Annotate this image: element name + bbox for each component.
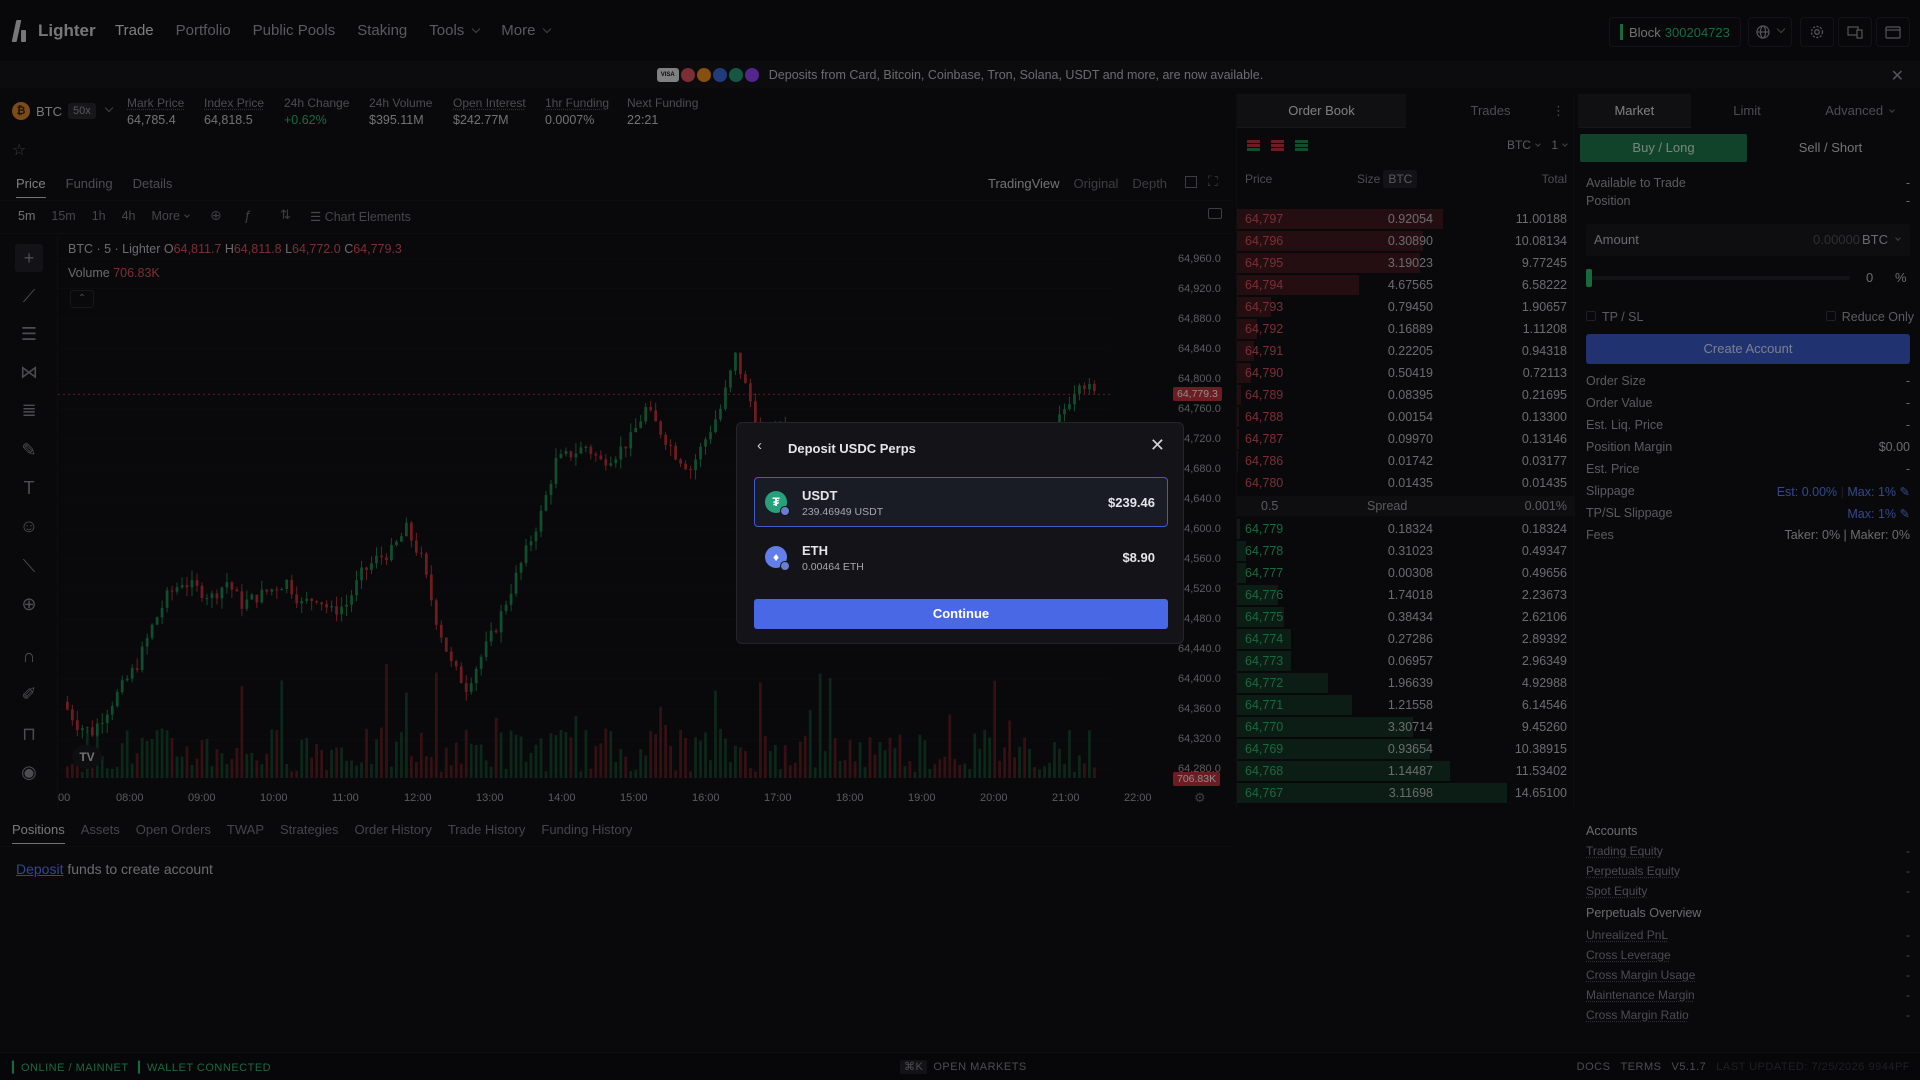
tether-icon: ₮ [765,491,790,516]
network-badge-icon [780,506,790,516]
asset-name: USDT [802,488,838,503]
network-badge-icon [780,561,790,571]
modal-title: Deposit USDC Perps [788,441,916,456]
back-icon[interactable]: ‹ [757,437,762,454]
asset-option-usdt[interactable]: ₮ USDT 239.46949 USDT $239.46 [754,477,1168,527]
continue-button[interactable]: Continue [754,599,1168,629]
asset-value: $239.46 [1108,495,1155,510]
asset-name: ETH [802,543,828,558]
asset-balance: 239.46949 USDT [802,506,884,518]
deposit-modal: ‹ Deposit USDC Perps ✕ ₮ USDT 239.46949 … [736,422,1184,644]
asset-balance: 0.00464 ETH [802,561,864,573]
app: Lighter Trade Portfolio Public Pools Sta… [0,0,1920,1080]
ethereum-icon: ♦ [765,546,790,571]
asset-option-eth[interactable]: ♦ ETH 0.00464 ETH $8.90 [754,532,1168,582]
asset-value: $8.90 [1122,550,1155,565]
close-icon[interactable]: ✕ [1150,435,1165,456]
